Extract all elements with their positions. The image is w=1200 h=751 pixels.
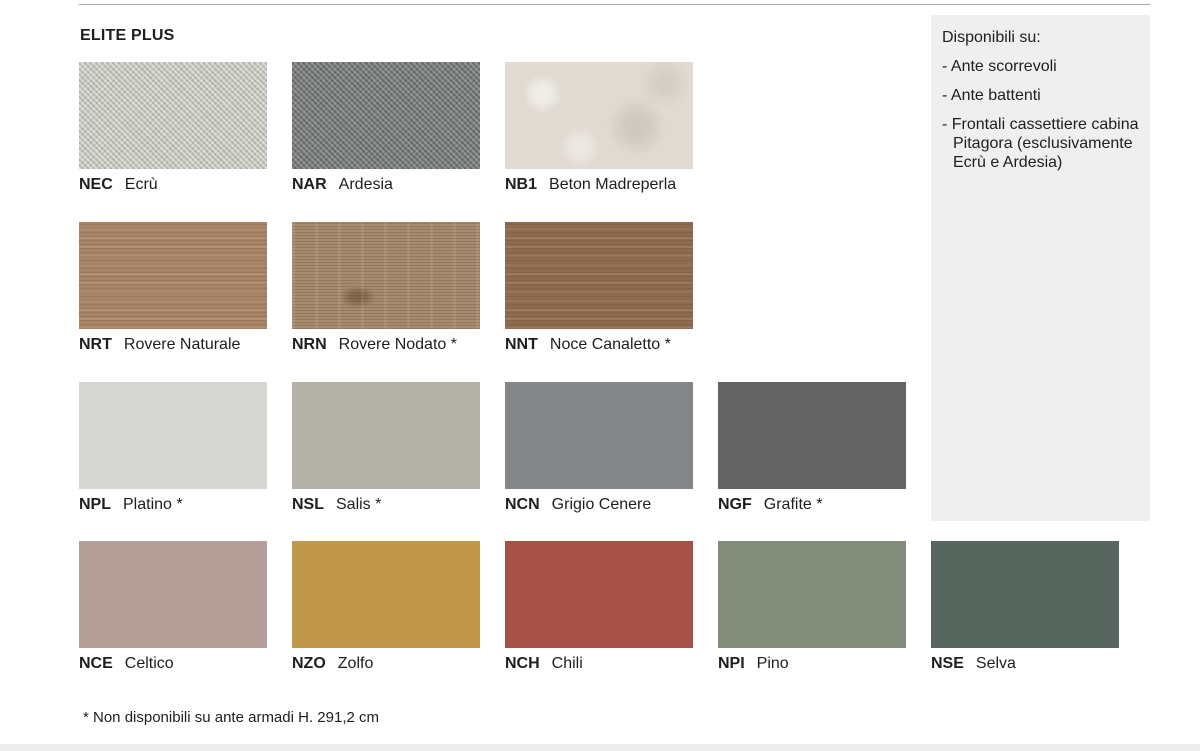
swatch-code: NEC bbox=[79, 176, 113, 193]
swatch-code: NGF bbox=[718, 496, 752, 513]
swatch-name: Selva bbox=[975, 655, 1016, 672]
swatch-name: Platino * bbox=[123, 496, 183, 513]
swatch-label: NZO Zolfo bbox=[292, 655, 480, 673]
availability-panel: Disponibili su: - Ante scorrevoli - Ante… bbox=[931, 15, 1150, 521]
swatch-code: NSL bbox=[292, 496, 324, 513]
swatch-nrn[interactable]: NRN Rovere Nodato * bbox=[292, 222, 480, 354]
swatch-nzo[interactable]: NZO Zolfo bbox=[292, 541, 480, 673]
availability-item: - Ante battenti bbox=[942, 87, 1041, 104]
swatch-chip bbox=[931, 541, 1119, 648]
swatch-label: NEC Ecrù bbox=[79, 176, 267, 194]
swatch-label: NAR Ardesia bbox=[292, 176, 480, 194]
swatch-chip bbox=[292, 382, 480, 489]
swatch-nnt[interactable]: NNT Noce Canaletto * bbox=[505, 222, 693, 354]
swatch-name: Zolfo bbox=[337, 655, 374, 672]
swatch-label: NCE Celtico bbox=[79, 655, 267, 673]
swatch-code: NSE bbox=[931, 655, 964, 672]
swatch-code: NRN bbox=[292, 336, 327, 353]
swatch-label: NCH Chili bbox=[505, 655, 693, 673]
swatch-label: NSL Salis * bbox=[292, 496, 480, 514]
swatch-chip bbox=[505, 382, 693, 489]
swatch-code: NB1 bbox=[505, 176, 538, 193]
swatch-label: NCN Grigio Cenere bbox=[505, 496, 693, 514]
swatch-chip bbox=[79, 541, 267, 648]
swatch-nce[interactable]: NCE Celtico bbox=[79, 541, 267, 673]
swatch-chip bbox=[79, 382, 267, 489]
swatch-chip bbox=[505, 222, 693, 329]
availability-list: - Ante scorrevoli - Ante battenti - Fron… bbox=[942, 57, 1139, 172]
swatch-code: NNT bbox=[505, 336, 538, 353]
swatch-label: NPL Platino * bbox=[79, 496, 267, 514]
swatch-label: NB1 Beton Madreperla bbox=[505, 176, 693, 194]
swatch-label: NNT Noce Canaletto * bbox=[505, 336, 693, 354]
swatch-label: NGF Grafite * bbox=[718, 496, 906, 514]
swatch-code: NRT bbox=[79, 336, 112, 353]
bottom-band bbox=[0, 744, 1200, 751]
availability-item: - Ante scorrevoli bbox=[942, 58, 1057, 75]
swatch-nar[interactable]: NAR Ardesia bbox=[292, 62, 480, 194]
swatch-name: Chili bbox=[551, 655, 583, 672]
swatch-code: NCE bbox=[79, 655, 113, 672]
swatch-name: Ecrù bbox=[124, 176, 158, 193]
swatch-name: Ardesia bbox=[338, 176, 393, 193]
swatch-chip bbox=[79, 62, 267, 169]
swatch-label: NRT Rovere Naturale bbox=[79, 336, 267, 354]
swatch-name: Salis * bbox=[336, 496, 382, 513]
swatch-chip bbox=[718, 382, 906, 489]
swatch-code: NPL bbox=[79, 496, 111, 513]
swatch-nse[interactable]: NSE Selva bbox=[931, 541, 1119, 673]
swatch-chip bbox=[79, 222, 267, 329]
availability-heading: Disponibili su: bbox=[942, 29, 1041, 46]
swatch-ngf[interactable]: NGF Grafite * bbox=[718, 382, 906, 514]
swatch-name: Pino bbox=[756, 655, 789, 672]
swatch-code: NCH bbox=[505, 655, 540, 672]
section-title: ELITE PLUS bbox=[80, 27, 175, 44]
swatch-nrt[interactable]: NRT Rovere Naturale bbox=[79, 222, 267, 354]
swatch-chip bbox=[292, 62, 480, 169]
swatch-label: NPI Pino bbox=[718, 655, 906, 673]
swatch-code: NCN bbox=[505, 496, 540, 513]
swatch-code: NZO bbox=[292, 655, 326, 672]
swatch-nch[interactable]: NCH Chili bbox=[505, 541, 693, 673]
swatch-name: Grigio Cenere bbox=[551, 496, 652, 513]
swatch-chip bbox=[505, 62, 693, 169]
swatch-name: Grafite * bbox=[763, 496, 823, 513]
swatch-ncn[interactable]: NCN Grigio Cenere bbox=[505, 382, 693, 514]
swatch-name: Rovere Nodato * bbox=[338, 336, 457, 353]
swatch-chip bbox=[505, 541, 693, 648]
swatch-name: Beton Madreperla bbox=[549, 176, 677, 193]
top-divider bbox=[79, 4, 1150, 5]
swatch-code: NAR bbox=[292, 176, 327, 193]
availability-item: - Frontali cassettiere cabina Pitagora (… bbox=[942, 116, 1139, 171]
swatch-code: NPI bbox=[718, 655, 745, 672]
swatch-name: Rovere Naturale bbox=[123, 336, 241, 353]
swatch-chip bbox=[292, 541, 480, 648]
footnote: * Non disponibili su ante armadi H. 291,… bbox=[83, 709, 379, 726]
swatch-npi[interactable]: NPI Pino bbox=[718, 541, 906, 673]
swatch-label: NSE Selva bbox=[931, 655, 1119, 673]
swatch-nsl[interactable]: NSL Salis * bbox=[292, 382, 480, 514]
swatch-npl[interactable]: NPL Platino * bbox=[79, 382, 267, 514]
swatch-label: NRN Rovere Nodato * bbox=[292, 336, 480, 354]
swatch-name: Noce Canaletto * bbox=[549, 336, 671, 353]
swatch-nec[interactable]: NEC Ecrù bbox=[79, 62, 267, 194]
swatch-nb1[interactable]: NB1 Beton Madreperla bbox=[505, 62, 693, 194]
swatch-name: Celtico bbox=[124, 655, 174, 672]
swatch-chip bbox=[292, 222, 480, 329]
swatch-chip bbox=[718, 541, 906, 648]
